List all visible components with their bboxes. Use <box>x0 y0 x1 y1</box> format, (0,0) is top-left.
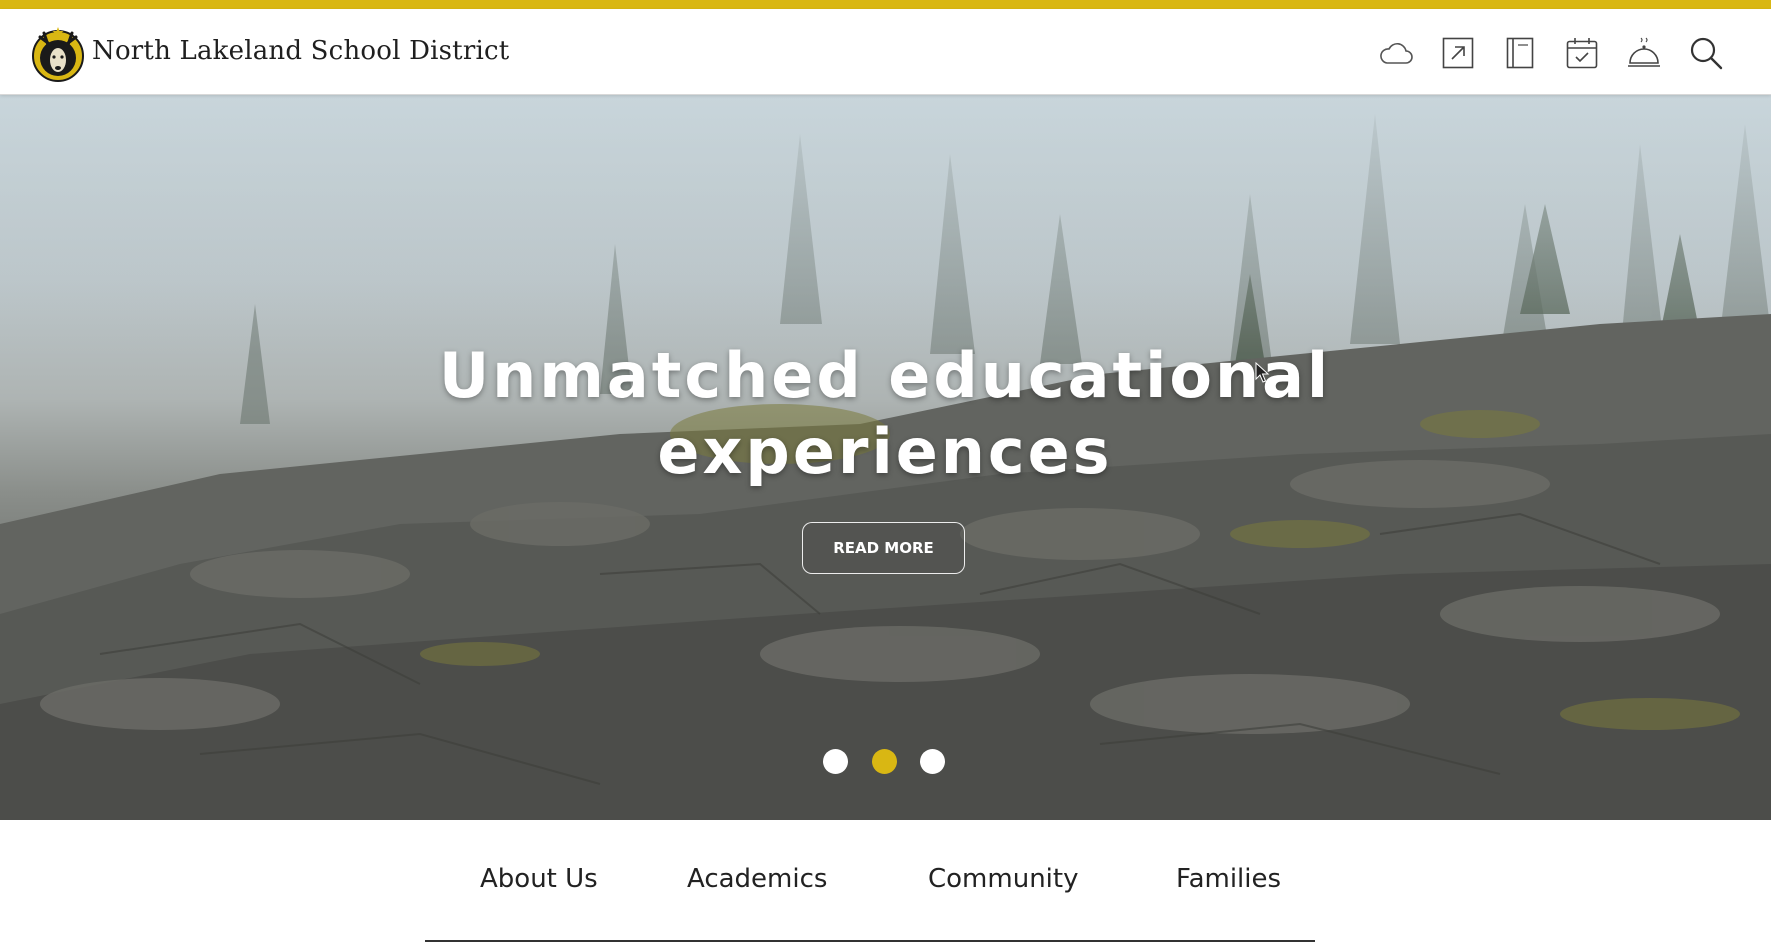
top-accent-stripe <box>0 0 1771 9</box>
hero-slider: Unmatched educational experiences READ M… <box>0 94 1771 820</box>
main-navigation: About Us Academics Community Families <box>0 820 1771 943</box>
lunch-menu-button[interactable] <box>1624 33 1664 73</box>
cloud-icon <box>1380 43 1413 64</box>
food-service-icon <box>1628 37 1660 67</box>
nav-divider-line <box>425 940 1315 942</box>
hero-title-line-1: Unmatched educational <box>438 339 1332 412</box>
nav-item-families[interactable]: Families <box>1176 864 1281 894</box>
calendar-check-icon <box>1566 38 1598 69</box>
search-button[interactable] <box>1686 33 1726 73</box>
site-title[interactable]: North Lakeland School District <box>92 36 509 66</box>
search-icon <box>1690 37 1723 70</box>
mouse-cursor-icon <box>1255 362 1270 383</box>
handbook-button[interactable] <box>1500 33 1540 73</box>
nav-item-community[interactable]: Community <box>928 864 1078 894</box>
slider-dot-2-active[interactable] <box>872 749 897 774</box>
district-logo[interactable] <box>30 23 86 83</box>
book-icon <box>1506 37 1534 69</box>
slider-dot-3[interactable] <box>920 749 945 774</box>
calendar-button[interactable] <box>1562 33 1602 73</box>
read-more-button[interactable]: READ MORE <box>802 522 965 574</box>
nav-item-about-us[interactable]: About Us <box>480 864 598 894</box>
stag-mascot-logo-icon <box>32 27 84 82</box>
quick-links-button[interactable] <box>1438 33 1478 73</box>
site-header: North Lakeland School District <box>0 9 1771 95</box>
nav-item-academics[interactable]: Academics <box>687 864 827 894</box>
hero-title-line-2: experiences <box>657 415 1113 488</box>
hero-title: Unmatched educational experiences <box>385 338 1385 490</box>
slider-dot-1[interactable] <box>823 749 848 774</box>
external-link-icon <box>1442 37 1474 69</box>
weather-button[interactable] <box>1376 33 1416 73</box>
